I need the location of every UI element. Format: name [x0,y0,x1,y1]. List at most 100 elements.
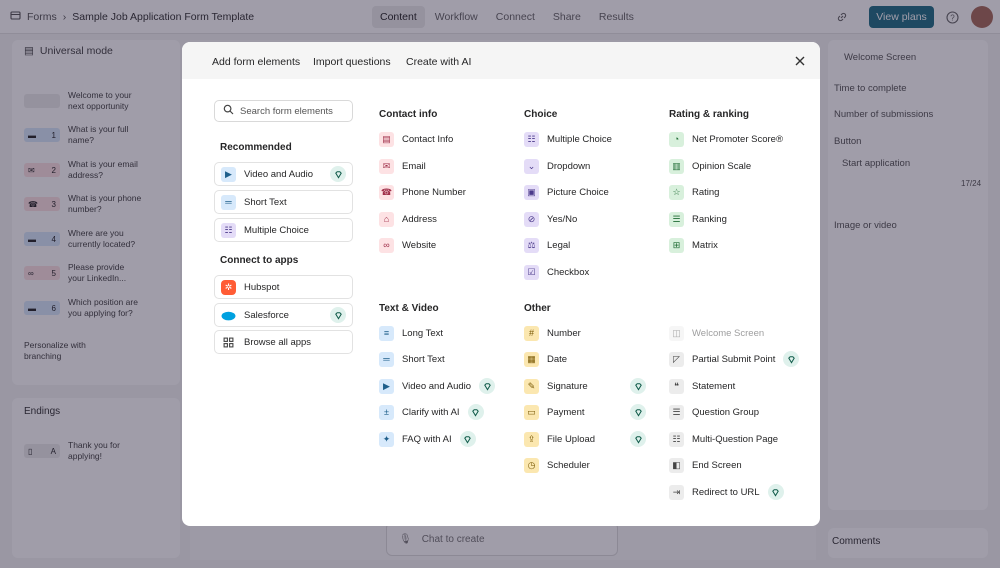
item-label: Multiple Choice [244,224,309,236]
item-label: FAQ with AI [402,433,452,445]
element-yes-no[interactable]: ⊘ Yes/No [524,210,577,228]
premium-diamond-icon [330,166,346,182]
element-question-group[interactable]: ☰ Question Group [669,403,759,421]
search-placeholder: Search form elements [240,105,333,117]
app-hubspot[interactable]: ✲ Hubspot [214,275,353,299]
item-label: End Screen [692,459,742,471]
hash-icon: # [524,325,539,341]
element-file-upload[interactable]: ⇪ File Upload [524,430,646,448]
element-website[interactable]: ∞ Website [379,236,436,254]
browse-all-apps[interactable]: Browse all apps [214,330,353,354]
item-label: Payment [547,406,585,418]
element-multi-question-page[interactable]: ☷ Multi-Question Page [669,430,778,448]
element-clarify-ai[interactable]: ± Clarify with AI [379,403,484,421]
upload-icon: ⇪ [524,431,539,447]
element-signature[interactable]: ✎ Signature [524,377,646,395]
search-icon [223,104,234,118]
calendar-icon: ▦ [524,351,539,367]
long-text-icon: ≡ [379,325,394,341]
close-icon[interactable] [793,54,807,68]
element-matrix[interactable]: ⊞ Matrix [669,236,718,254]
hubspot-icon: ✲ [221,279,236,295]
rating-ranking-heading: Rating & ranking [669,109,750,120]
premium-diamond-icon [767,484,784,500]
question-group-icon: ☰ [669,404,684,420]
element-dropdown[interactable]: ⌄ Dropdown [524,157,590,175]
item-label: Email [402,160,426,172]
element-number[interactable]: # Number [524,324,581,342]
element-contact-info[interactable]: ▤ Contact Info [379,130,453,148]
yes-no-icon: ⊘ [524,211,539,227]
element-end-screen[interactable]: ◧ End Screen [669,456,742,474]
payment-icon: ▭ [524,404,539,420]
salesforce-icon [221,307,236,323]
element-redirect-url[interactable]: ⇥ Redirect to URL [669,483,784,501]
premium-diamond-icon [783,351,800,367]
element-nps[interactable]: ◔ Net Promoter Score® [669,130,783,148]
element-rating[interactable]: ☆ Rating [669,183,719,201]
element-short-text[interactable]: ═ Short Text [379,350,445,368]
element-picture-choice[interactable]: ▣ Picture Choice [524,183,609,201]
picture-choice-icon: ▣ [524,184,539,200]
element-checkbox[interactable]: ☑ Checkbox [524,263,589,281]
phone-icon: ☎ [379,184,394,200]
item-label: Ranking [692,213,727,225]
premium-diamond-icon [630,431,646,447]
element-opinion-scale[interactable]: ▥ Opinion Scale [669,157,751,175]
tab-import-questions[interactable]: Import questions [313,56,391,68]
partial-submit-icon: ◸ [669,351,684,367]
item-label: Phone Number [402,186,466,198]
element-payment[interactable]: ▭ Payment [524,403,646,421]
element-video-audio[interactable]: ▶ Video and Audio [379,377,496,395]
item-label: Redirect to URL [692,486,760,498]
short-text-icon: ═ [379,351,394,367]
element-statement[interactable]: ❝ Statement [669,377,735,395]
element-scheduler[interactable]: ◷ Scheduler [524,456,590,474]
recommended-short-text[interactable]: ═ Short Text [214,190,353,214]
item-label: Multi-Question Page [692,433,779,445]
item-label: Rating [692,186,720,198]
tab-add-form-elements[interactable]: Add form elements [212,56,300,68]
modal-header: Add form elements Import questions Creat… [182,42,820,79]
item-label: Partial Submit Point [692,353,776,365]
link-icon: ∞ [379,237,394,253]
item-label: Multiple Choice [547,133,612,145]
quote-icon: ❝ [669,378,684,394]
element-partial-submit[interactable]: ◸ Partial Submit Point [669,350,800,368]
element-address[interactable]: ⌂ Address [379,210,437,228]
recommended-multiple-choice[interactable]: ☷ Multiple Choice [214,218,353,242]
element-long-text[interactable]: ≡ Long Text [379,324,443,342]
item-label: Salesforce [244,309,289,321]
app-salesforce[interactable]: Salesforce [214,303,353,327]
multi-question-icon: ☷ [669,431,684,447]
premium-diamond-icon [467,404,484,420]
email-icon: ✉ [379,158,394,174]
tab-create-with-ai[interactable]: Create with AI [406,56,471,68]
opinion-scale-icon: ▥ [669,158,684,174]
premium-diamond-icon [459,431,476,447]
contact-info-heading: Contact info [379,109,438,120]
item-label: Statement [692,380,736,392]
item-label: Number [547,327,581,339]
element-legal[interactable]: ⚖ Legal [524,236,570,254]
other-heading: Other [524,303,551,314]
element-email[interactable]: ✉ Email [379,157,426,175]
item-label: Clarify with AI [402,406,460,418]
element-phone[interactable]: ☎ Phone Number [379,183,466,201]
premium-diamond-icon [330,307,346,323]
star-icon: ☆ [669,184,684,200]
text-video-heading: Text & Video [379,303,439,314]
clarify-ai-icon: ± [379,404,394,420]
element-date[interactable]: ▦ Date [524,350,567,368]
item-label: Short Text [402,353,445,365]
recommended-video-audio[interactable]: ▶ Video and Audio [214,162,353,186]
item-label: Opinion Scale [692,160,752,172]
item-label: Website [402,239,437,251]
element-ranking[interactable]: ☰ Ranking [669,210,727,228]
element-multiple-choice[interactable]: ☷ Multiple Choice [524,130,612,148]
add-elements-modal: Add form elements Import questions Creat… [182,42,820,526]
item-label: Picture Choice [547,186,609,198]
end-screen-icon: ◧ [669,457,684,473]
search-input[interactable]: Search form elements [214,100,353,122]
element-faq-ai[interactable]: ✦ FAQ with AI [379,430,476,448]
